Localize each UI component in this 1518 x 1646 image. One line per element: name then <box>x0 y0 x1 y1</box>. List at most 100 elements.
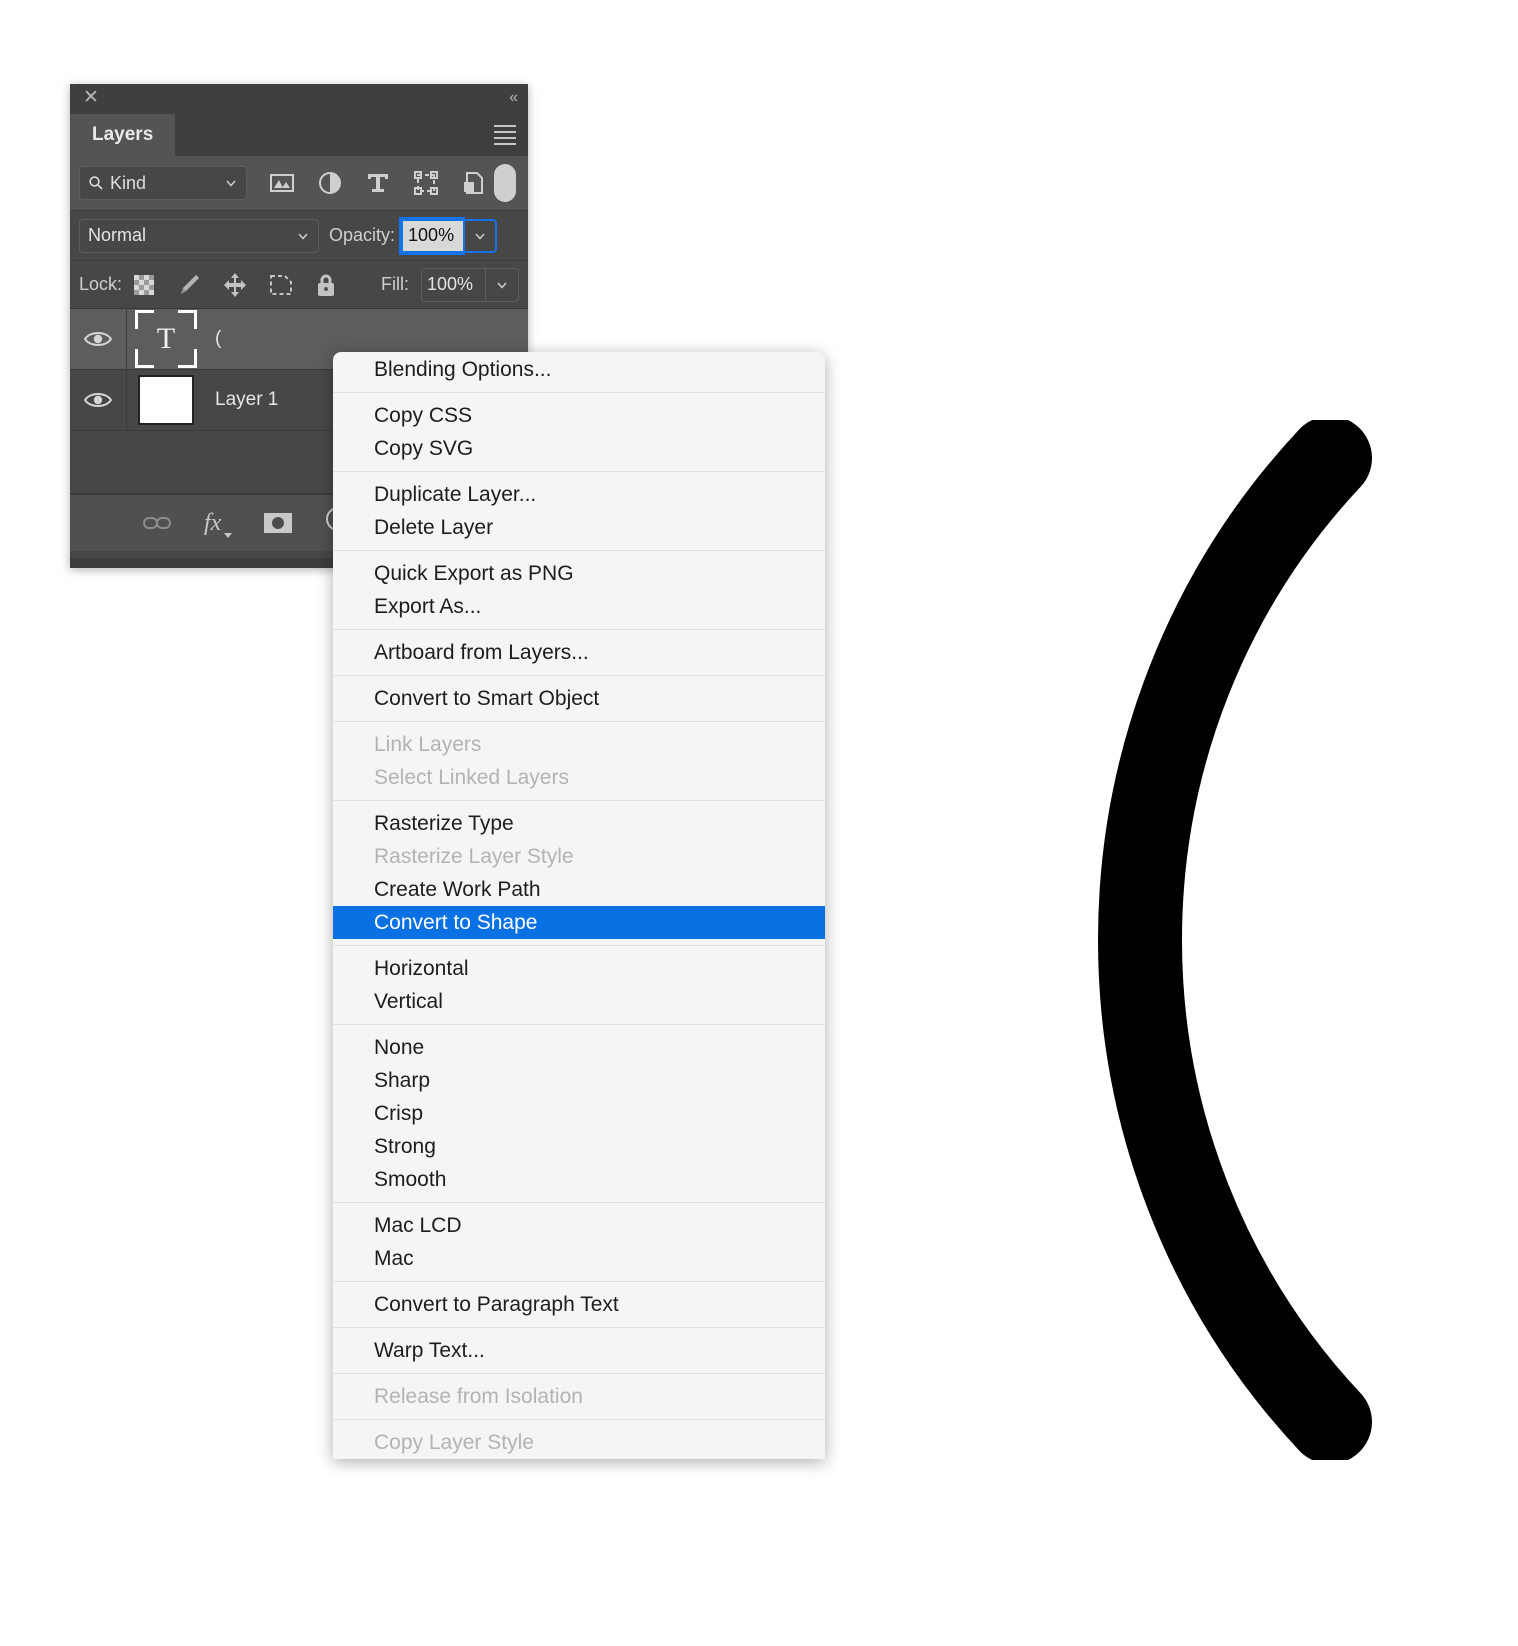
menu-item-none[interactable]: None <box>333 1031 825 1064</box>
menu-item-copy-layer-style: Copy Layer Style <box>374 1431 534 1454</box>
layer-filter-row: Kind <box>70 156 528 210</box>
lock-label: Lock: <box>79 274 123 294</box>
layer-style-fx-icon[interactable]: fx <box>202 506 232 540</box>
canvas-artwork-parenthesis <box>1097 420 1372 1460</box>
lock-transparent-pixels-icon[interactable] <box>132 273 156 297</box>
filter-enable-toggle[interactable] <box>494 164 516 202</box>
menu-item-blending-options[interactable]: Blending Options... <box>333 353 825 386</box>
menu-item-rasterize-layer-style: Rasterize Layer Style <box>374 845 574 868</box>
opacity-input[interactable]: 100% <box>399 216 466 255</box>
lock-artboard-nesting-icon[interactable] <box>268 272 294 298</box>
lock-row: Lock: Fill: 100% <box>70 260 528 308</box>
svg-text:fx: fx <box>204 510 222 536</box>
blend-mode-value: Normal <box>88 225 147 245</box>
layer-visibility-toggle[interactable] <box>70 370 127 430</box>
opacity-control: 100% <box>395 216 498 255</box>
menu-item-mac[interactable]: Mac <box>333 1242 825 1275</box>
menu-item-create-work-path[interactable]: Create Work Path <box>333 873 825 906</box>
hamburger-menu-icon[interactable] <box>494 125 516 145</box>
layer-context-menu: Blending Options... Copy CSS Copy SVG Dupli… <box>333 352 825 1459</box>
menu-separator <box>333 1202 825 1203</box>
type-layer-thumbnail: T <box>135 310 197 368</box>
menu-separator <box>333 721 825 722</box>
menu-item-crisp[interactable]: Crisp <box>333 1097 825 1130</box>
fill-control: 100% <box>415 267 519 302</box>
panel-titlebar: ✕ « <box>70 84 528 114</box>
menu-item-export-as[interactable]: Export As... <box>333 590 825 623</box>
adjustment-layers-icon[interactable] <box>317 170 343 196</box>
close-icon[interactable]: ✕ <box>80 87 102 109</box>
menu-item-release-from-isolation: Release from Isolation <box>374 1385 583 1408</box>
menu-item-artboard-from-layers[interactable]: Artboard from Layers... <box>333 636 825 669</box>
menu-separator <box>333 1327 825 1328</box>
shape-layers-icon[interactable] <box>413 170 439 196</box>
menu-separator <box>333 629 825 630</box>
filter-kind-label: Kind <box>110 172 147 193</box>
layer-visibility-toggle[interactable] <box>70 309 127 369</box>
eye-icon <box>83 332 113 346</box>
smart-object-icon[interactable] <box>461 170 487 196</box>
menu-item-copy-svg[interactable]: Copy SVG <box>333 432 825 465</box>
menu-separator <box>333 1024 825 1025</box>
menu-item-select-linked-layers: Select Linked Layers <box>374 766 569 789</box>
chevron-down-icon <box>298 233 308 240</box>
tab-layers-label: Layers <box>92 124 154 145</box>
menu-item-convert-to-smart-object[interactable]: Convert to Smart Object <box>333 682 825 715</box>
menu-item-mac-lcd[interactable]: Mac LCD <box>333 1209 825 1242</box>
menu-item-duplicate-layer[interactable]: Duplicate Layer... <box>333 478 825 511</box>
menu-separator <box>333 800 825 801</box>
menu-item-warp-text[interactable]: Warp Text... <box>333 1334 825 1367</box>
type-layers-icon[interactable] <box>365 170 391 196</box>
menu-separator <box>333 1281 825 1282</box>
lock-all-icon[interactable] <box>314 272 338 298</box>
menu-item-convert-to-paragraph-text[interactable]: Convert to Paragraph Text <box>333 1288 825 1321</box>
menu-item-vertical[interactable]: Vertical <box>333 985 825 1018</box>
filter-type-icons <box>269 170 487 196</box>
fill-input[interactable]: 100% <box>421 267 485 302</box>
tab-layers[interactable]: Layers <box>70 114 176 156</box>
lock-position-icon[interactable] <box>222 272 248 298</box>
menu-separator <box>333 675 825 676</box>
menu-item-strong[interactable]: Strong <box>333 1130 825 1163</box>
opacity-label: Opacity: <box>329 225 396 245</box>
menu-item-copy-css[interactable]: Copy CSS <box>333 399 825 432</box>
menu-separator <box>333 550 825 551</box>
layer-mask-icon[interactable] <box>262 510 294 536</box>
layer-thumbnail-cell[interactable] <box>127 375 205 425</box>
pixel-layer-thumbnail <box>138 375 194 425</box>
layer-name-text: Layer 1 <box>215 389 279 410</box>
menu-item-rasterize-type[interactable]: Rasterize Type <box>333 807 825 840</box>
menu-separator <box>333 392 825 393</box>
menu-item-quick-export-as-png[interactable]: Quick Export as PNG <box>333 557 825 590</box>
panel-tab-strip: Layers <box>70 114 528 156</box>
search-icon <box>89 176 103 190</box>
collapse-panel-icon[interactable]: « <box>509 88 518 108</box>
chevron-down-icon <box>226 180 236 187</box>
blend-mode-row: Normal Opacity: 100% <box>70 210 528 260</box>
menu-item-sharp[interactable]: Sharp <box>333 1064 825 1097</box>
menu-item-convert-to-shape[interactable]: Convert to Shape <box>333 906 825 939</box>
menu-separator <box>333 471 825 472</box>
menu-separator <box>333 1419 825 1420</box>
type-thumbnail-glyph: T <box>156 322 176 355</box>
menu-item-horizontal[interactable]: Horizontal <box>333 952 825 985</box>
opacity-stepper[interactable] <box>463 218 498 253</box>
lock-image-pixels-icon[interactable] <box>176 272 202 298</box>
chevron-down-icon <box>475 233 485 240</box>
blend-mode-select[interactable]: Normal <box>79 218 319 253</box>
link-layers-icon[interactable] <box>142 513 172 533</box>
parenthesis-stroke <box>1097 420 1372 1460</box>
menu-separator <box>333 945 825 946</box>
menu-separator <box>333 1373 825 1374</box>
fill-stepper[interactable] <box>485 267 519 302</box>
menu-item-smooth[interactable]: Smooth <box>333 1163 825 1196</box>
menu-item-delete-layer[interactable]: Delete Layer <box>333 511 825 544</box>
layer-name-text: ( <box>215 328 222 349</box>
parenthesis-shape <box>1128 450 1332 1430</box>
lock-icons <box>132 272 338 298</box>
eye-icon <box>83 393 113 407</box>
layer-thumbnail-cell[interactable]: T <box>127 310 205 368</box>
menu-item-link-layers: Link Layers <box>374 733 482 756</box>
filter-kind-select[interactable]: Kind <box>79 166 247 200</box>
pixel-layers-icon[interactable] <box>269 171 295 195</box>
